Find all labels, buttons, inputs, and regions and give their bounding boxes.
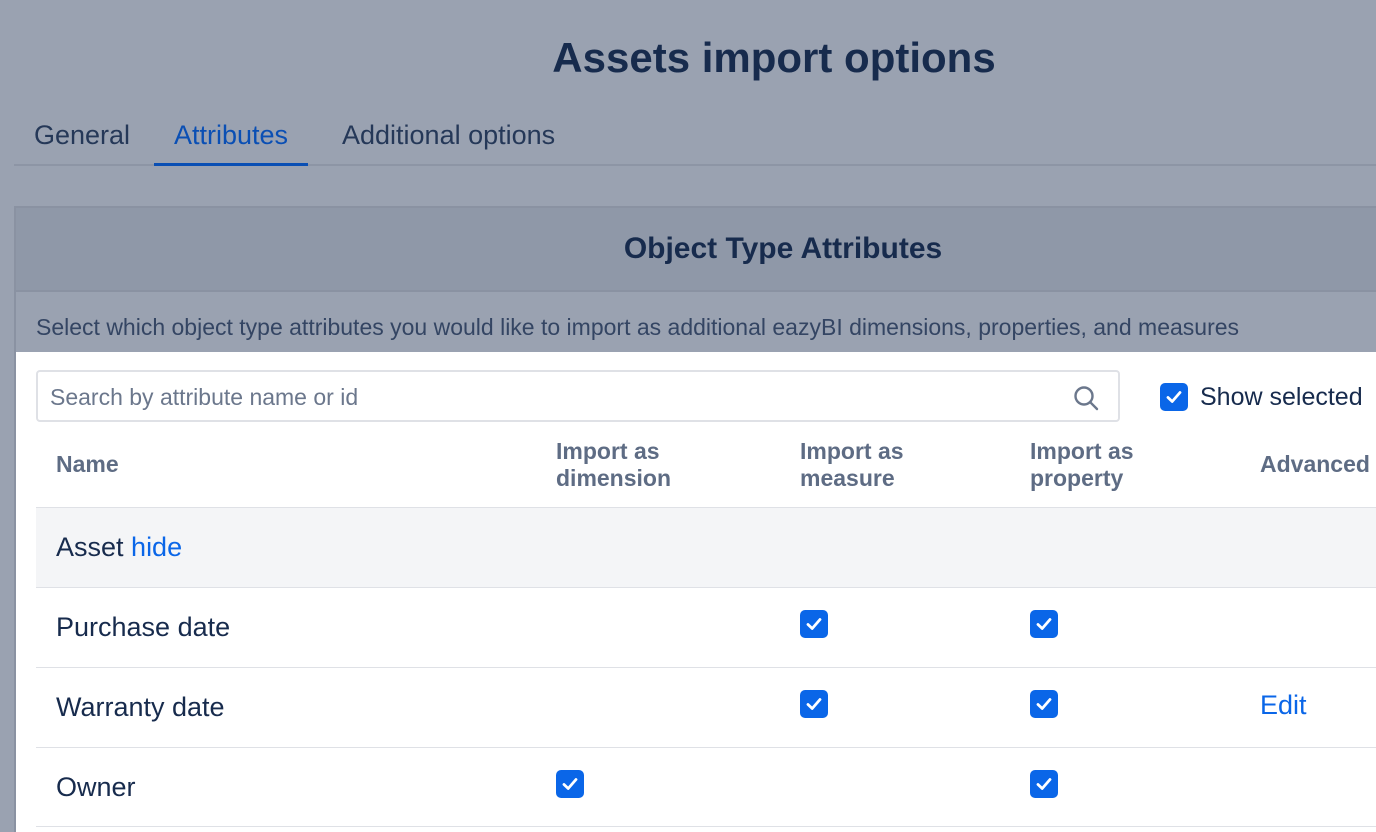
show-selected-checkbox[interactable] — [1160, 383, 1188, 411]
dimension-checkbox[interactable] — [556, 770, 584, 798]
checkmark-icon — [806, 618, 822, 630]
tab-additional-options[interactable]: Additional options — [342, 120, 555, 166]
search-input[interactable] — [50, 380, 1050, 414]
row-name: Owner — [56, 772, 136, 802]
table-bottom-divider — [36, 826, 1376, 827]
hide-group-link[interactable]: hide — [131, 532, 182, 562]
property-checkbox[interactable] — [1030, 690, 1058, 718]
checkmark-icon — [806, 698, 822, 710]
checkmark-icon — [1166, 391, 1182, 403]
column-header-advanced: Advanced — [1260, 451, 1370, 477]
column-header-measure-line2: measure — [800, 465, 895, 491]
measure-checkbox[interactable] — [800, 610, 828, 638]
panel-header: Object Type Attributes — [16, 208, 1376, 292]
column-header-name: Name — [56, 451, 119, 477]
row-name: Warranty date — [56, 692, 225, 722]
checkmark-icon — [1036, 618, 1052, 630]
column-header-dimension: Import as dimension — [556, 438, 671, 492]
panel-description: Select which object type attributes you … — [36, 314, 1240, 340]
table-row-owner: Owner — [36, 747, 1376, 827]
group-label: Asset hide — [56, 532, 182, 563]
column-header-measure-line1: Import as — [800, 438, 904, 464]
property-checkbox[interactable] — [1030, 610, 1058, 638]
group-row-asset: Asset hide — [36, 507, 1376, 587]
column-header-property: Import as property — [1030, 438, 1134, 492]
tab-general[interactable]: General — [34, 120, 130, 166]
tab-bar: General Attributes Additional options — [14, 108, 1376, 166]
tab-attributes[interactable]: Attributes — [154, 120, 309, 166]
row-name: Purchase date — [56, 612, 231, 642]
column-header-dimension-line1: Import as — [556, 438, 660, 464]
checkmark-icon — [1036, 778, 1052, 790]
column-header-property-line2: property — [1030, 465, 1124, 491]
column-header-measure: Import as measure — [800, 438, 904, 492]
checkmark-icon — [562, 778, 578, 790]
table-row-warranty-date: Warranty date Edit — [36, 667, 1376, 747]
column-header-dimension-line2: dimension — [556, 465, 672, 491]
show-selected-toggle[interactable]: Show selected — [1160, 382, 1363, 412]
show-selected-label: Show selected — [1200, 382, 1363, 411]
panel-title: Object Type Attributes — [623, 232, 943, 265]
column-header-property-line1: Import as — [1030, 438, 1134, 464]
checkmark-icon — [1036, 698, 1052, 710]
table-row-purchase-date: Purchase date — [36, 587, 1376, 667]
page-title: Assets import options — [552, 34, 996, 81]
measure-checkbox[interactable] — [800, 690, 828, 718]
property-checkbox[interactable] — [1030, 770, 1058, 798]
edit-link[interactable]: Edit — [1260, 690, 1307, 721]
group-name: Asset — [56, 532, 124, 562]
search-icon[interactable] — [1072, 384, 1100, 412]
search-box — [36, 370, 1120, 422]
